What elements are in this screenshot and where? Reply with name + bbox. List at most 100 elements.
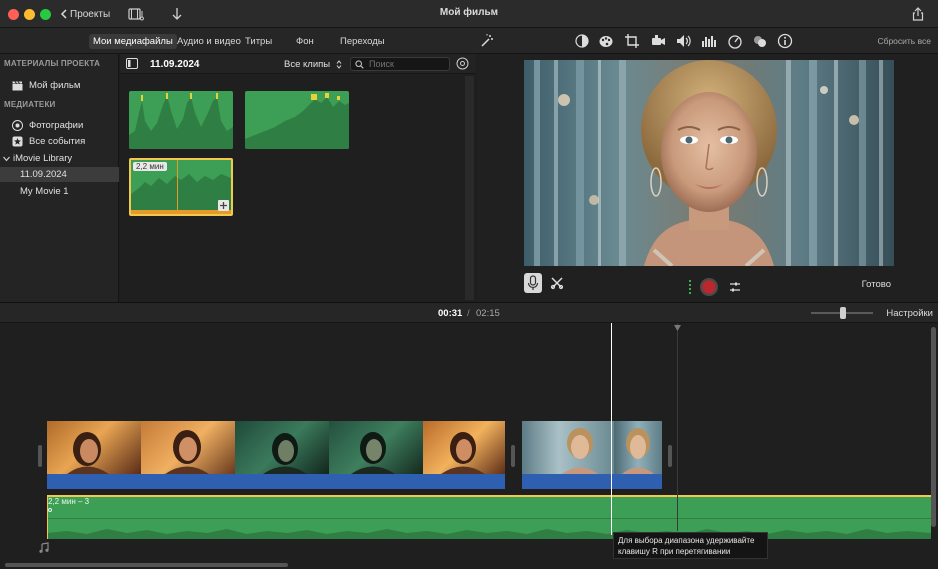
video-frame-thumbnail [47,421,141,474]
sidebar-item-label: Мой фильм [29,80,81,91]
color-correction-icon[interactable] [598,33,614,49]
color-balance-icon[interactable] [574,33,590,49]
sidebar-toggle-icon[interactable] [126,58,138,69]
timeline[interactable]: 2,2 мин – 3 Для выбора диапазона удержив… [0,323,938,569]
sidebar-item-event-date[interactable]: 11.09.2024 [0,167,119,182]
media-clip-thumbnail[interactable] [129,91,233,149]
stabilization-icon[interactable] [650,33,666,49]
time-separator: / [467,308,470,319]
person-silhouette-icon [263,433,307,474]
noise-reduction-icon[interactable] [752,33,768,49]
audio-waveform-icon [47,529,931,539]
clip-filter-select[interactable]: Все клипы [284,59,342,70]
sidebar-item-imovie-library[interactable]: iMovie Library [0,151,119,166]
film-clapper-icon [12,80,23,90]
tab-audio-video[interactable]: Аудио и видео [173,34,245,49]
zoom-slider-handle[interactable] [840,307,846,319]
person-silhouette-icon [67,432,109,474]
media-clip-thumbnail-selected[interactable]: 2,2 мин [129,158,233,216]
clip-audio-track[interactable] [522,474,662,489]
sidebar-item-my-film[interactable]: Мой фильм [0,78,119,93]
info-icon[interactable] [777,33,793,49]
sidebar-item-all-events[interactable]: Все события [0,134,119,149]
section-libraries-heading: МЕДИАТЕКИ [4,100,56,109]
microphone-icon [527,275,539,290]
audio-level-meter [689,280,692,296]
sidebar-item-label: 11.09.2024 [20,169,67,180]
total-duration: 02:15 [476,308,500,319]
person-silhouette-icon [441,432,485,474]
search-input[interactable] [350,57,450,71]
cancel-voiceover-icon[interactable] [550,276,564,290]
sidebar-item-label: iMovie Library [13,153,73,164]
person-silhouette-icon [351,432,395,474]
add-clip-button[interactable] [218,200,229,211]
selection-edge [47,495,48,539]
sidebar-item-label: Все события [29,136,86,147]
fade-handle[interactable] [48,508,52,512]
person-silhouette-icon [622,428,654,474]
browser-scrollbar[interactable] [465,76,474,300]
reset-all-button[interactable]: Сбросить все [877,36,931,46]
clip-audio-track[interactable] [47,474,505,489]
voiceover-options-icon[interactable] [728,280,742,294]
voiceover-button[interactable] [524,273,542,293]
tab-titles[interactable]: Титры [241,34,276,49]
equalizer-icon[interactable] [701,33,717,49]
current-time: 00:31 [438,308,463,319]
video-frame-portrait [524,60,894,266]
range-marker-line [677,323,678,531]
music-note-icon [39,542,49,553]
audio-waveform-icon [245,93,349,149]
audio-waveform-icon [129,93,233,149]
sidebar-item-photos[interactable]: Фотографии [0,118,119,133]
tab-backgrounds[interactable]: Фон [292,34,318,49]
browser-toolbar: 11.09.2024 Все клипы [120,54,476,74]
video-frame-thumbnail [522,421,614,474]
clip-trim-handle[interactable] [38,445,42,467]
marker-triangle-icon[interactable] [674,325,681,331]
volume-icon[interactable] [675,33,691,49]
skimmer-line [177,160,178,214]
timeline-header: 00:31 / 02:15 Настройки [0,302,938,323]
share-icon[interactable] [912,7,924,21]
timeline-settings-button[interactable]: Настройки [886,308,933,319]
video-frame-thumbnail [329,421,423,474]
done-button[interactable]: Готово [862,279,891,290]
video-frame-thumbnail [614,421,662,474]
title-bar: Проекты Мой фильм [0,0,938,28]
tooltip-line: клавишу R при перетягивании [618,546,731,556]
media-clip-thumbnail[interactable] [245,91,349,149]
sidebar-item-label: My Movie 1 [20,186,69,197]
person-silhouette-icon [562,428,598,474]
up-down-chevron-icon [336,60,342,69]
clip-trim-handle[interactable] [511,445,515,467]
video-frame-thumbnail [423,421,505,474]
speed-icon[interactable] [727,33,743,49]
zoom-slider[interactable] [811,307,873,319]
disclosure-chevron-icon[interactable] [3,156,10,162]
video-preview[interactable] [524,60,894,266]
timeline-vertical-scrollbar[interactable] [931,327,936,527]
gear-icon[interactable] [456,57,469,70]
magic-wand-icon[interactable] [479,33,495,49]
background-music-clip[interactable]: 2,2 мин – 3 [47,495,931,539]
playhead[interactable] [611,323,612,535]
photos-flower-icon [12,120,23,131]
crop-icon[interactable] [624,33,640,49]
music-clip-label: 2,2 мин – 3 [48,497,90,506]
browser-date-title: 11.09.2024 [150,59,200,70]
tooltip-line: Для выбора диапазона удерживайте [618,536,755,545]
clip-duration-badge: 2,2 мин [133,162,167,171]
clip-trim-handle[interactable] [668,445,672,467]
search-icon [355,60,364,69]
video-frame-thumbnail [235,421,329,474]
sidebar-item-my-movie-1[interactable]: My Movie 1 [0,184,119,199]
tab-my-media[interactable]: Мои медиафайлы [89,34,177,49]
record-button[interactable] [699,277,719,297]
tab-transitions[interactable]: Переходы [336,34,389,49]
timeline-horizontal-scrollbar[interactable] [5,563,288,567]
window-title: Мой фильм [439,7,499,18]
viewer-panel: Готово [477,54,938,302]
sidebar-item-label: Фотографии [29,120,84,131]
